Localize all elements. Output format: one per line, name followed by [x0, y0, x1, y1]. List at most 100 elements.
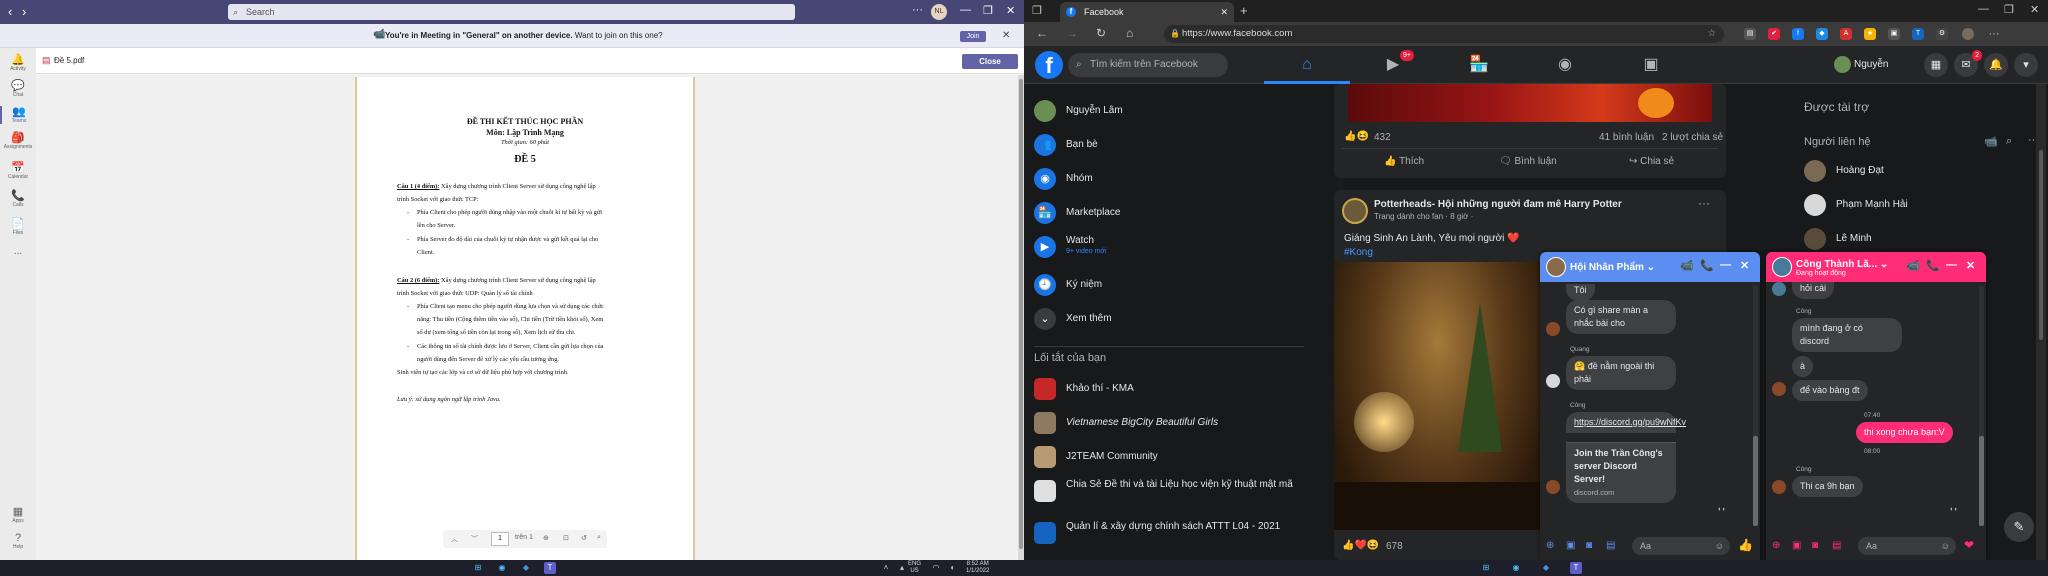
- chat-message-input[interactable]: Aa ☺: [1632, 537, 1730, 555]
- extension-blue-icon[interactable]: ◆: [1816, 28, 1828, 40]
- wifi-icon[interactable]: ◠: [930, 562, 942, 574]
- tab-actions-icon[interactable]: ❐: [1032, 4, 1042, 17]
- rail-item-apps[interactable]: ▦ Apps: [0, 506, 36, 524]
- plus-icon[interactable]: ⊕: [1772, 540, 1780, 551]
- plus-icon[interactable]: ⊕: [1546, 540, 1554, 551]
- chat-message-input[interactable]: Aa ☺: [1858, 537, 1956, 555]
- fb-search-input[interactable]: ⌕ Tìm kiếm trên Facebook: [1068, 53, 1228, 77]
- forward-arrow-icon[interactable]: ›: [22, 4, 26, 19]
- rail-item-assignments[interactable]: 🎒 Assignments: [0, 132, 36, 150]
- teams-icon[interactable]: T: [1570, 562, 1582, 574]
- maximize-icon[interactable]: ❐: [983, 4, 993, 17]
- reaction-icons[interactable]: 👍😆: [1344, 131, 1369, 142]
- shortcut-item[interactable]: J2TEAM Community: [1034, 442, 1314, 472]
- start-icon[interactable]: ⊞: [472, 562, 484, 574]
- browser-menu-icon[interactable]: ···: [1988, 28, 2000, 40]
- rail-item-help[interactable]: ? Help: [0, 532, 36, 550]
- share-count[interactable]: 2 lượt chia sẻ: [1662, 132, 1723, 143]
- rail-item-files[interactable]: 📄 Files: [0, 218, 36, 236]
- sticker-icon[interactable]: ◙: [1586, 540, 1592, 551]
- heart-icon[interactable]: ❤: [1964, 538, 1974, 552]
- chat-header[interactable]: Hội Nhân Phẩm ⌄ 📹 📞 — ✕: [1540, 252, 1760, 282]
- emoji-icon[interactable]: ☺: [1715, 537, 1724, 555]
- image-icon[interactable]: ▣: [1792, 540, 1801, 551]
- teams-icon[interactable]: T: [544, 562, 556, 574]
- nav-groups[interactable]: ◉: [1522, 46, 1608, 84]
- back-arrow-icon[interactable]: ‹: [8, 4, 12, 19]
- rail-item-activity[interactable]: 🔔 Activity: [0, 54, 36, 72]
- post-menu-icon[interactable]: ···: [1698, 196, 1710, 210]
- nav-marketplace[interactable]: 🏪: [1436, 46, 1522, 84]
- teams-search-input[interactable]: ⌕ Search: [228, 4, 795, 20]
- reaction-count[interactable]: 678: [1386, 541, 1403, 552]
- more-icon[interactable]: ···: [912, 4, 923, 16]
- nav-home[interactable]: ⌂: [1264, 46, 1350, 84]
- search-icon[interactable]: ⌕: [2006, 135, 2012, 148]
- post-image[interactable]: [1334, 262, 1542, 530]
- minimize-icon[interactable]: —: [1946, 259, 1957, 271]
- sidebar-item-profile[interactable]: Nguyễn Lâm: [1034, 96, 1314, 126]
- address-input[interactable]: 🔒 https://www.facebook.com ☆: [1164, 25, 1724, 43]
- extension-fb-icon[interactable]: f: [1792, 28, 1804, 40]
- profile-link[interactable]: Nguyễn: [1834, 54, 1888, 76]
- nav-gaming[interactable]: ▣: [1608, 46, 1694, 84]
- tab-close-icon[interactable]: ✕: [1220, 2, 1228, 22]
- page-scrollbar[interactable]: [2036, 84, 2046, 560]
- chat-header[interactable]: Công Thành Lă... ⌄ Đang hoạt động 📹 📞 — …: [1766, 252, 1986, 282]
- tray-chevron-icon[interactable]: ˄: [880, 562, 892, 574]
- video-call-icon[interactable]: 📹: [1984, 135, 1998, 148]
- close-icon[interactable]: ✕: [2030, 3, 2039, 16]
- reaction-icons[interactable]: 👍❤️😆: [1342, 540, 1379, 551]
- refresh-icon[interactable]: ↻: [1096, 26, 1106, 40]
- contact-item[interactable]: Lê Minh: [1804, 226, 2024, 252]
- sidebar-item-groups[interactable]: ◉ Nhóm: [1034, 164, 1314, 194]
- minimize-icon[interactable]: —: [1720, 259, 1731, 271]
- rail-item-chat[interactable]: 💬 Chat: [0, 80, 36, 98]
- phone-icon[interactable]: 📞: [1700, 259, 1714, 272]
- sticker-icon[interactable]: ◙: [1812, 540, 1818, 551]
- edge-icon[interactable]: ◉: [1510, 562, 1522, 574]
- contact-item[interactable]: Phạm Mạnh Hải: [1804, 192, 2024, 218]
- find-icon[interactable]: ⌕: [597, 534, 601, 542]
- notifications-icon[interactable]: 🔔: [1984, 53, 2008, 77]
- gif-icon[interactable]: ▤: [1606, 540, 1615, 551]
- reaction-count[interactable]: 432: [1374, 132, 1391, 143]
- zoom-icon[interactable]: ⊕: [543, 534, 549, 542]
- new-tab-icon[interactable]: +: [1240, 3, 1248, 18]
- sidebar-item-watch[interactable]: ▶ Watch 9+ video mới: [1034, 232, 1314, 262]
- contact-item[interactable]: Hoàng Đạt: [1804, 158, 2024, 184]
- comment-button[interactable]: 🗨 Bình luận: [1499, 156, 1557, 167]
- page-avatar[interactable]: [1342, 198, 1368, 224]
- profile-avatar[interactable]: [1962, 28, 1974, 40]
- back-icon[interactable]: ←: [1036, 26, 1048, 40]
- image-icon[interactable]: ▣: [1566, 540, 1575, 551]
- vscode-icon[interactable]: ◆: [1540, 562, 1552, 574]
- close-icon[interactable]: ✕: [1740, 259, 1749, 272]
- page-number-input[interactable]: 1: [491, 532, 509, 546]
- start-icon[interactable]: ⊞: [1480, 562, 1492, 574]
- language-indicator[interactable]: ENG US: [908, 561, 921, 575]
- shortcut-item[interactable]: Khảo thí - KMA: [1034, 374, 1314, 404]
- menu-icon[interactable]: ▦: [1924, 53, 1948, 77]
- chat-scrollbar[interactable]: [1979, 286, 1984, 526]
- rotate-icon[interactable]: ↺: [581, 534, 587, 542]
- volume-icon[interactable]: ◖: [946, 562, 958, 574]
- home-icon[interactable]: ⌂: [1126, 26, 1133, 40]
- rail-item-teams[interactable]: 👥 Teams: [0, 106, 36, 124]
- like-button[interactable]: 👍 Thích: [1384, 156, 1424, 167]
- gif-icon[interactable]: ▤: [1832, 540, 1841, 551]
- link-preview-card[interactable]: Join the Trần Công's server Discord Serv…: [1566, 442, 1676, 503]
- sidebar-item-see-more[interactable]: ⌄ Xem thêm: [1034, 304, 1314, 334]
- comment-count[interactable]: 41 bình luận: [1599, 132, 1654, 143]
- video-call-icon[interactable]: 📹: [1906, 259, 1920, 272]
- avatar[interactable]: NL: [931, 4, 947, 20]
- shortcut-item[interactable]: Chia Sẻ Đề thi và tài Liệu học viện kỹ t…: [1034, 476, 1314, 510]
- close-icon[interactable]: ✕: [1966, 259, 1975, 272]
- maximize-icon[interactable]: ❐: [2004, 3, 2014, 16]
- minimize-icon[interactable]: —: [1978, 3, 1989, 15]
- account-chevron-icon[interactable]: ▾: [2014, 53, 2038, 77]
- extension-red-icon[interactable]: ✔: [1768, 28, 1780, 40]
- page-up-icon[interactable]: ︿: [451, 534, 458, 544]
- phone-icon[interactable]: 📞: [1926, 259, 1940, 272]
- edge-icon[interactable]: ◉: [496, 562, 508, 574]
